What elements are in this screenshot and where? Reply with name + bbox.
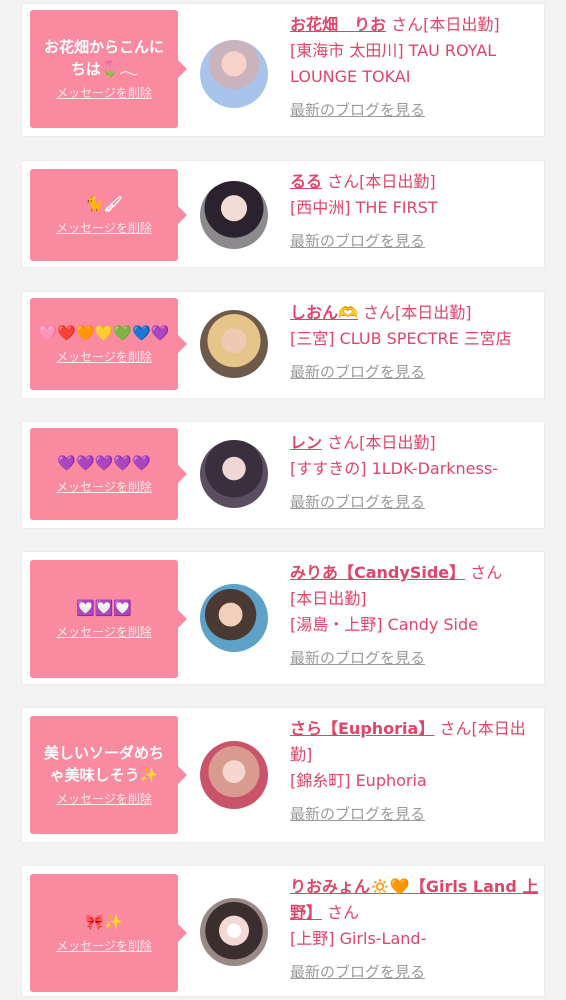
message-bubble: 💟💟💟 メッセージを削除: [30, 560, 187, 678]
list-item: 💟💟💟 メッセージを削除 みりあ【CandySide】 さん [本日出勤] [湯…: [22, 552, 544, 684]
avatar[interactable]: [200, 741, 268, 809]
list-item: 🐈🖌 メッセージを削除 るる さん[本日出勤] [西中洲] THE FIRST …: [22, 161, 544, 267]
list-item: お花畑からこんにちは🌷𓂃 メッセージを削除 お花畑 りお さん[本日出勤] [東…: [22, 4, 544, 136]
delete-message-link[interactable]: メッセージを削除: [56, 348, 152, 366]
cast-info: みりあ【CandySide】 さん [本日出勤] [湯島・上野] Candy S…: [290, 560, 540, 671]
cast-name-link[interactable]: さら【Euphoria】: [290, 719, 434, 738]
shop-link[interactable]: [三宮] CLUB SPECTRE 三宮店: [290, 329, 512, 348]
message-text: 🐈🖌: [85, 195, 123, 213]
cast-info: るる さん[本日出勤] [西中洲] THE FIRST 最新のブログを見る: [290, 169, 540, 254]
status-label: [本日出勤]: [423, 15, 500, 34]
honorific: さん: [327, 433, 360, 452]
status-label: [本日出勤]: [395, 303, 472, 322]
delete-message-link[interactable]: メッセージを削除: [56, 84, 152, 102]
delete-message-link[interactable]: メッセージを削除: [56, 219, 152, 237]
blog-link[interactable]: 最新のブログを見る: [290, 229, 425, 253]
blog-link[interactable]: 最新のブログを見る: [290, 960, 425, 984]
status-label: [本日出勤]: [290, 589, 367, 608]
shop-link[interactable]: [西中洲] THE FIRST: [290, 198, 438, 217]
cast-info: レン さん[本日出勤] [すすきの] 1LDK-Darkness- 最新のブログ…: [290, 430, 540, 515]
delete-message-link[interactable]: メッセージを削除: [56, 623, 152, 641]
avatar[interactable]: [200, 310, 268, 378]
list-item: 💜💜💜💜💜 メッセージを削除 レン さん[本日出勤] [すすきの] 1LDK-D…: [22, 422, 544, 528]
message-text: 💜💜💜💜💜: [57, 454, 151, 472]
message-bubble: 🩷❤️🧡💛💚💙💜 メッセージを削除: [30, 298, 187, 390]
shop-link[interactable]: [東海市 太田川] TAU ROYAL LOUNGE TOKAI: [290, 41, 496, 86]
honorific: さん: [363, 303, 396, 322]
shop-link[interactable]: [上野] Girls-Land-: [290, 929, 426, 948]
message-list: お花畑からこんにちは🌷𓂃 メッセージを削除 お花畑 りお さん[本日出勤] [東…: [0, 0, 566, 1000]
cast-info: さら【Euphoria】 さん[本日出勤] [錦糸町] Euphoria 最新の…: [290, 716, 540, 827]
blog-link[interactable]: 最新のブログを見る: [290, 360, 425, 384]
delete-message-link[interactable]: メッセージを削除: [56, 937, 152, 955]
avatar[interactable]: [200, 181, 268, 249]
blog-link[interactable]: 最新のブログを見る: [290, 490, 425, 514]
blog-link[interactable]: 最新のブログを見る: [290, 98, 425, 122]
list-item: 美しいソーダめちゃ美味しそう✨ メッセージを削除 さら【Euphoria】 さん…: [22, 708, 544, 842]
avatar[interactable]: [200, 584, 268, 652]
message-bubble: 🐈🖌 メッセージを削除: [30, 169, 187, 261]
avatar[interactable]: [200, 898, 268, 966]
shop-link[interactable]: [錦糸町] Euphoria: [290, 771, 427, 790]
message-text: 🎀✨: [85, 913, 123, 931]
honorific: さん: [327, 172, 360, 191]
avatar[interactable]: [200, 40, 268, 108]
list-item: 🩷❤️🧡💛💚💙💜 メッセージを削除 しおん🫶 さん[本日出勤] [三宮] CLU…: [22, 292, 544, 398]
message-bubble: 💜💜💜💜💜 メッセージを削除: [30, 428, 187, 520]
shop-link[interactable]: [すすきの] 1LDK-Darkness-: [290, 459, 498, 478]
honorific: さん: [327, 903, 360, 922]
honorific: さん: [391, 15, 424, 34]
cast-name-link[interactable]: お花畑 りお: [290, 15, 386, 34]
message-bubble: お花畑からこんにちは🌷𓂃 メッセージを削除: [30, 10, 187, 128]
message-text: 💟💟💟: [75, 599, 133, 617]
delete-message-link[interactable]: メッセージを削除: [56, 790, 152, 808]
honorific: さん: [439, 719, 472, 738]
cast-name-link[interactable]: るる: [290, 172, 322, 191]
blog-link[interactable]: 最新のブログを見る: [290, 646, 425, 670]
message-bubble: 🎀✨ メッセージを削除: [30, 874, 187, 992]
cast-info: お花畑 りお さん[本日出勤] [東海市 太田川] TAU ROYAL LOUN…: [290, 12, 540, 123]
shop-link[interactable]: [湯島・上野] Candy Side: [290, 615, 478, 634]
cast-name-link[interactable]: しおん🫶: [290, 303, 358, 322]
cast-name-link[interactable]: みりあ【CandySide】: [290, 563, 465, 582]
delete-message-link[interactable]: メッセージを削除: [56, 478, 152, 496]
cast-info: しおん🫶 さん[本日出勤] [三宮] CLUB SPECTRE 三宮店 最新のブ…: [290, 300, 540, 385]
cast-name-link[interactable]: レン: [290, 433, 322, 452]
list-item: 🎀✨ メッセージを削除 りおみょん🔅🧡【Girls Land 上野】 さん [上…: [22, 866, 544, 996]
status-label: [本日出勤]: [359, 172, 436, 191]
blog-link[interactable]: 最新のブログを見る: [290, 802, 425, 826]
message-text: お花畑からこんにちは🌷𓂃: [43, 38, 164, 78]
honorific: さん: [470, 563, 503, 582]
message-bubble: 美しいソーダめちゃ美味しそう✨ メッセージを削除: [30, 716, 187, 834]
avatar[interactable]: [200, 440, 268, 508]
message-text: 美しいソーダめちゃ美味しそう✨: [43, 744, 164, 784]
cast-info: りおみょん🔅🧡【Girls Land 上野】 さん [上野] Girls-Lan…: [290, 874, 540, 985]
status-label: [本日出勤]: [359, 433, 436, 452]
message-text: 🩷❤️🧡💛💚💙💜: [38, 324, 170, 342]
